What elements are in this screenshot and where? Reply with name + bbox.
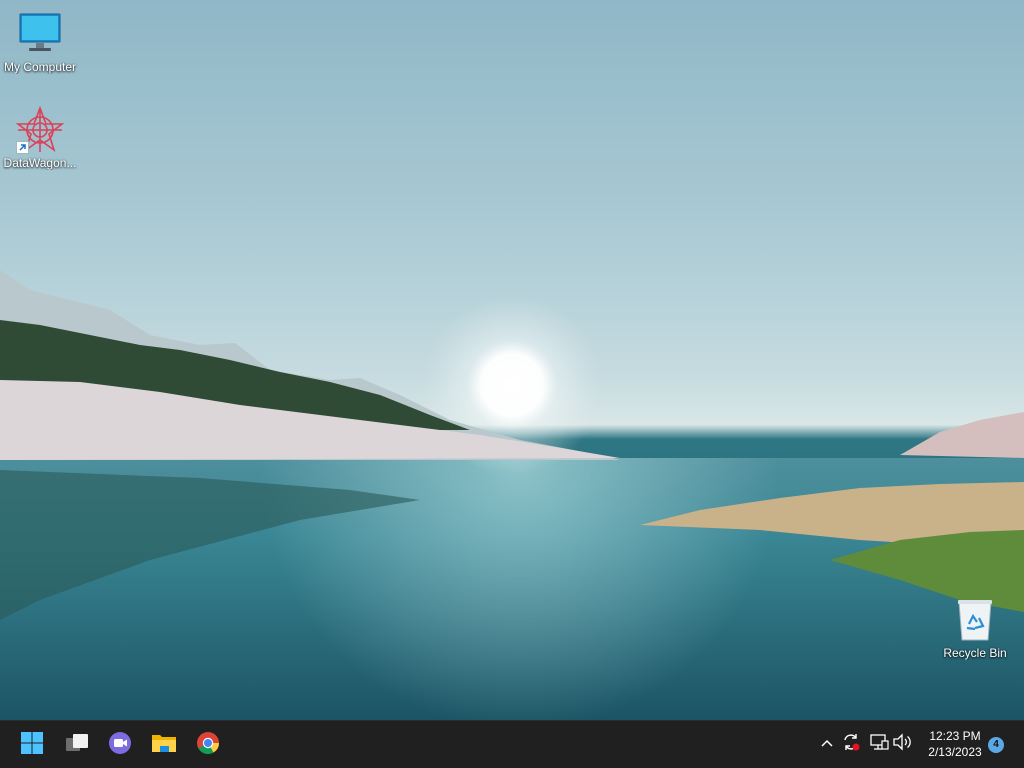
file-explorer-icon [151,731,177,760]
wallpaper [0,270,1024,720]
sync-status-button[interactable] [840,733,862,755]
computer-icon [16,10,64,58]
desktop-icon-label: My Computer [3,60,77,74]
desktop-icon-datawagon[interactable]: DataWagon... [0,105,80,170]
volume-button[interactable] [891,732,913,757]
notification-count-badge[interactable]: 4 [988,737,1004,753]
windows-start-icon [20,731,44,760]
file-explorer-button[interactable] [144,725,184,765]
desktop-icon-recycle-bin[interactable]: Recycle Bin [935,596,1015,660]
chrome-icon [196,731,220,760]
show-hidden-icons-button[interactable] [816,733,838,755]
task-view-button[interactable] [57,725,97,765]
datawagon-app-icon [15,105,65,154]
desktop-icon-label: Recycle Bin [943,646,1007,660]
show-hidden-icons-chevron-icon [820,735,834,753]
desktop[interactable]: My Computer DataWagon... Recycle Bin [0,0,1024,720]
chrome-button[interactable] [188,725,228,765]
clock-date: 2/13/2023 [928,745,982,759]
task-view-icon [64,731,90,760]
clock-time: 12:23 PM [929,729,981,743]
sync-icon [841,732,861,757]
taskbar: 12:23 PM 2/13/2023 4 [0,720,1024,768]
chat-button[interactable] [100,725,140,765]
desktop-icon-my-computer[interactable]: My Computer [0,10,80,74]
chat-icon [108,731,132,760]
shortcut-arrow-icon [16,141,29,154]
recycle-bin-icon [951,596,999,644]
network-button[interactable] [868,733,890,755]
start-button[interactable] [12,725,52,765]
network-icon [869,732,889,757]
desktop-icon-label: DataWagon... [3,156,77,170]
volume-icon [892,732,912,757]
taskbar-clock[interactable]: 12:23 PM 2/13/2023 [918,728,992,760]
